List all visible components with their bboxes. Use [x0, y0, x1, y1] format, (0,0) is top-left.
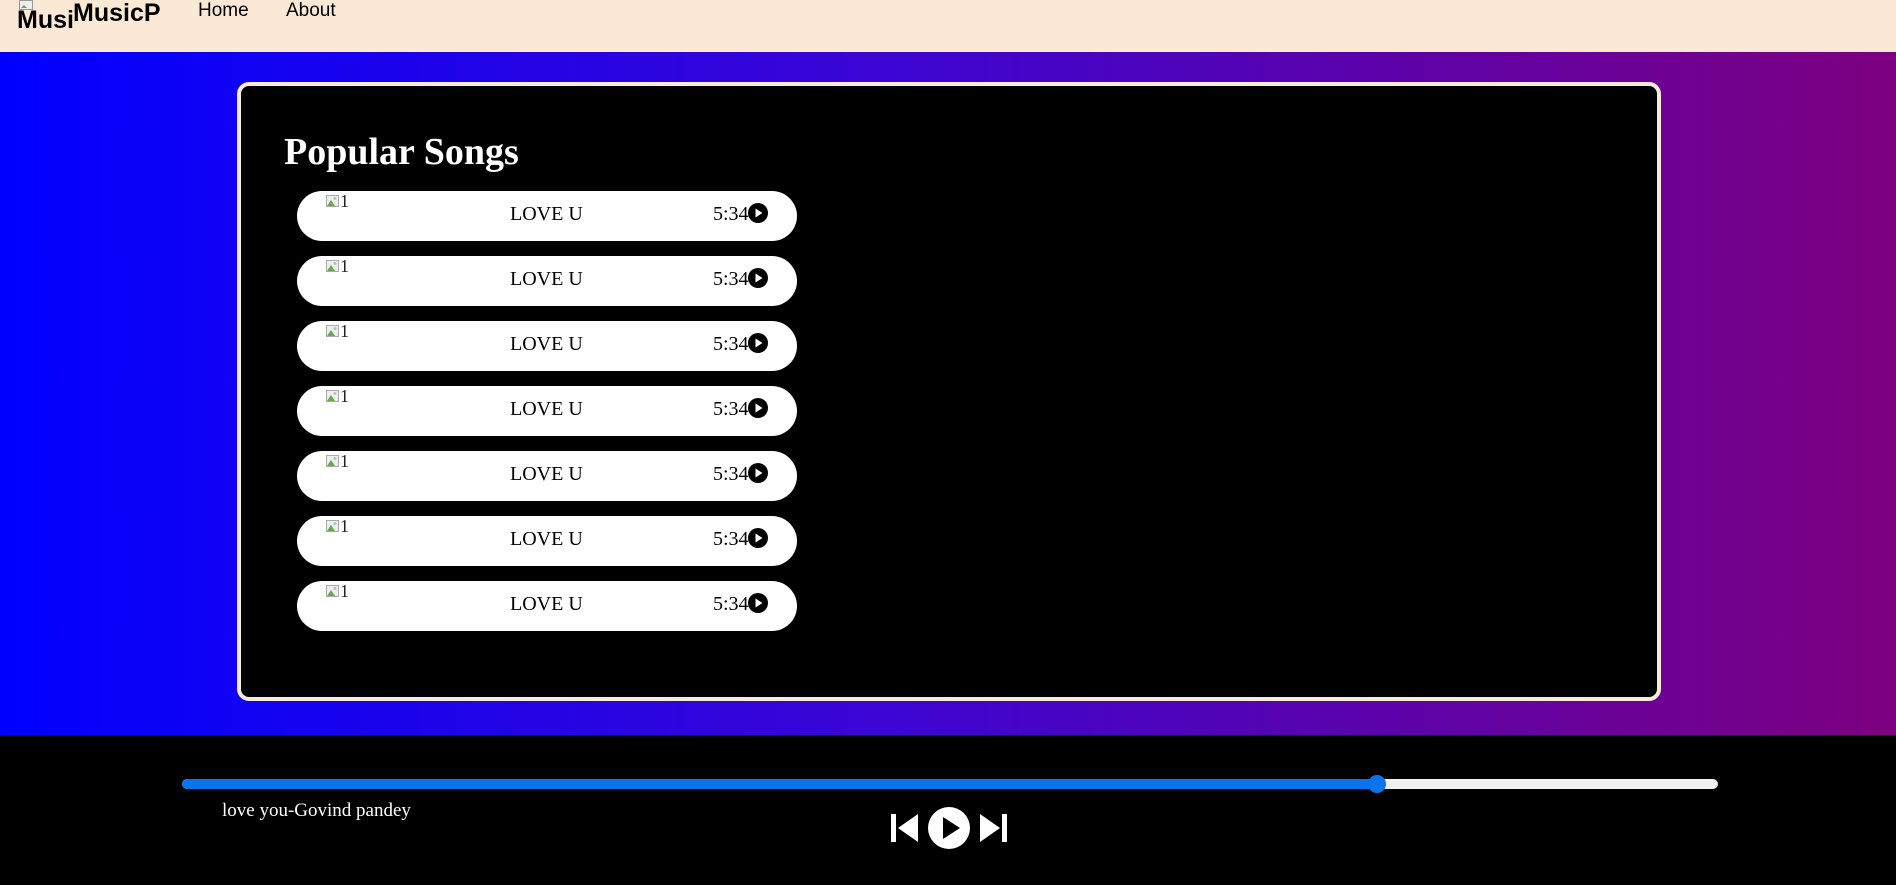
song-item[interactable]: 1 LOVE U 5:34	[297, 386, 797, 436]
progress-fill	[182, 779, 1377, 789]
broken-image-icon	[326, 455, 339, 467]
song-title: LOVE U	[510, 528, 583, 550]
song-title: LOVE U	[510, 203, 583, 225]
song-duration: 5:34	[713, 203, 749, 225]
progress-thumb[interactable]	[1368, 775, 1386, 793]
song-title: LOVE U	[510, 398, 583, 420]
logo-image[interactable]: MusicP	[17, 0, 74, 34]
song-cover-image: 1	[326, 451, 366, 472]
play-icon[interactable]	[748, 333, 768, 353]
nav-link-home[interactable]: Home	[198, 0, 249, 22]
navbar: MusicP MusicP Home About	[0, 0, 1896, 52]
song-cover-alt: 1	[340, 386, 349, 406]
song-item[interactable]: 1 LOVE U 5:34	[297, 581, 797, 631]
song-cover-image: 1	[326, 321, 366, 342]
previous-icon[interactable]	[890, 812, 920, 844]
song-item[interactable]: 1 LOVE U 5:34	[297, 191, 797, 241]
now-playing-label: love you-Govind pandey	[222, 800, 411, 821]
song-cover-alt: 1	[340, 191, 349, 211]
song-title: LOVE U	[510, 333, 583, 355]
play-icon[interactable]	[748, 463, 768, 483]
song-cover-alt: 1	[340, 581, 349, 601]
song-title: LOVE U	[510, 268, 583, 290]
play-icon[interactable]	[748, 203, 768, 223]
song-cover-alt: 1	[340, 321, 349, 341]
play-icon[interactable]	[748, 593, 768, 613]
broken-image-icon	[326, 260, 339, 272]
player-bar: love you-Govind pandey	[0, 735, 1896, 885]
song-item[interactable]: 1 LOVE U 5:34	[297, 256, 797, 306]
song-duration: 5:34	[713, 463, 749, 485]
song-cover-image: 1	[326, 191, 366, 212]
song-duration: 5:34	[713, 333, 749, 355]
song-cover-image: 1	[326, 386, 366, 407]
next-icon[interactable]	[978, 812, 1008, 844]
play-icon[interactable]	[928, 807, 970, 849]
logo-alt-text: MusicP	[17, 6, 74, 34]
broken-image-icon	[326, 520, 339, 532]
song-cover-image: 1	[326, 581, 366, 602]
play-icon[interactable]	[748, 268, 768, 288]
broken-image-icon	[326, 390, 339, 402]
song-cover-image: 1	[326, 256, 366, 277]
broken-image-icon	[326, 325, 339, 337]
song-item[interactable]: 1 LOVE U 5:34	[297, 321, 797, 371]
song-item[interactable]: 1 LOVE U 5:34	[297, 516, 797, 566]
song-item[interactable]: 1 LOVE U 5:34	[297, 451, 797, 501]
play-icon[interactable]	[748, 398, 768, 418]
song-duration: 5:34	[713, 593, 749, 615]
song-cover-alt: 1	[340, 256, 349, 276]
song-cover-image: 1	[326, 516, 366, 537]
song-duration: 5:34	[713, 398, 749, 420]
page-title: Popular Songs	[284, 131, 519, 173]
song-duration: 5:34	[713, 268, 749, 290]
broken-image-icon	[326, 195, 339, 207]
song-title: LOVE U	[510, 593, 583, 615]
progress-slider[interactable]	[182, 775, 1718, 793]
song-cover-alt: 1	[340, 516, 349, 536]
nav-link-about[interactable]: About	[286, 0, 336, 22]
playback-controls	[890, 805, 1010, 851]
song-duration: 5:34	[713, 528, 749, 550]
play-icon[interactable]	[748, 528, 768, 548]
song-cover-alt: 1	[340, 451, 349, 471]
song-title: LOVE U	[510, 463, 583, 485]
brand-name[interactable]: MusicP	[73, 0, 161, 28]
broken-image-icon	[326, 585, 339, 597]
